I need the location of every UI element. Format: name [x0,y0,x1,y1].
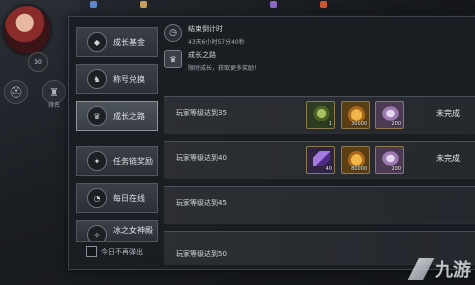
crystal-icon [382,106,399,121]
sidebar-item-growth-road[interactable]: ♛ 成长之路 [76,101,158,131]
sidebar-item-growth-fund[interactable]: ◆ 成长基金 [76,27,158,57]
goddess-icon: ✧ [87,225,107,241]
sidebar-item-label: 称号兑换 [113,74,145,84]
reward-qty: 1 [328,121,332,127]
growth-road-icon: ♛ [164,50,182,68]
gold-coins-icon [348,106,365,121]
watermark-text: 九游 [435,260,471,281]
title-exchange-icon: ♞ [87,69,107,89]
player-level-badge: 30 [28,52,48,72]
task-label: 玩家等级达到40 [176,154,227,162]
reward-qty: 200 [391,121,401,127]
task-label: 玩家等级达到50 [176,250,227,258]
fund-icon: ◆ [87,32,107,52]
growth-road-icon: ♛ [87,106,107,126]
sidebar-item-label: 成长之路 [113,111,145,121]
reward-item-amethyst[interactable]: 40 [306,146,335,174]
task-row: 玩家等级达到45 [164,186,475,224]
sidebar-item-title-exchange[interactable]: ♞ 称号兑换 [76,64,158,94]
amethyst-icon [313,151,330,166]
task-label: 玩家等级达到35 [176,109,227,117]
reward-item-herb[interactable]: 1 [306,101,335,129]
sidebar-item-label: 任务链奖励 [113,156,153,166]
reward-item-crystal[interactable]: 200 [375,101,404,129]
sidebar-item-label: 每日在线 [113,193,145,203]
diamond-icon [90,1,97,8]
sidebar-item-label: 成长基金 [113,37,145,47]
resource-counter [270,1,277,8]
event-header: ♛ 成长之路 限时成长，获取更多奖励！ [164,50,260,72]
gold-coins-icon [348,151,365,166]
coin-icon [140,1,147,8]
resource-counter [320,1,327,8]
top-resource-bar [80,0,475,14]
dont-show-today-checkbox[interactable]: 今日不再弹出 [86,246,143,257]
gem-icon [270,1,277,8]
task-label: 玩家等级达到45 [176,199,227,207]
task-row: 玩家等级达到40 40 80000 200 未完成 [164,141,475,179]
quest-chain-icon: ✦ [87,151,107,171]
reward-qty: 80000 [351,166,367,172]
reward-qty: 30000 [351,121,367,127]
countdown-value: 43天6小时57分40秒 [188,39,245,46]
status-label: 未完成 [436,109,460,118]
daily-online-icon: ◔ [87,188,107,208]
event-title: 成长之路 [188,51,216,59]
reward-item-crystal[interactable]: 200 [375,146,404,174]
clock-icon: ◷ [164,24,182,42]
countdown-header: ◷ 结束倒计时 43天6小时57分40秒 [164,24,245,46]
reward-qty: 40 [325,166,332,172]
countdown-title: 结束倒计时 [188,25,223,33]
reward-qty: 200 [391,166,401,172]
crystal-icon [382,151,399,166]
reward-item-gold[interactable]: 30000 [341,101,370,129]
sidebar-item-daily-online[interactable]: ◔ 每日在线 [76,183,158,213]
task-row: 玩家等级达到35 1 30000 200 未完成 [164,96,475,134]
watermark-logo-icon [408,258,435,280]
resource-counter [90,1,97,8]
checkbox-box[interactable] [86,246,97,257]
sidebar-item-label: 冰之女神殿 [113,226,153,235]
site-watermark: 九游 [410,256,471,282]
helmet-icon[interactable]: ⛑ [4,80,28,104]
sidebar-item-quest-chain[interactable]: ✦ 任务链奖励 [76,146,158,176]
herb-icon [313,106,330,121]
sidebar-item-goddess[interactable]: ✧ 冰之女神殿 [76,220,158,242]
resource-counter [140,1,147,8]
ranking-label: 排名 [48,102,61,109]
energy-icon [320,1,327,8]
reward-item-gold[interactable]: 80000 [341,146,370,174]
checkbox-label: 今日不再弹出 [101,247,143,256]
event-description: 限时成长，获取更多奖励！ [188,65,261,72]
player-avatar[interactable] [4,6,50,54]
status-label: 未完成 [436,154,460,163]
left-hud: 30 ⛑ ♜ 排名 [0,0,70,285]
